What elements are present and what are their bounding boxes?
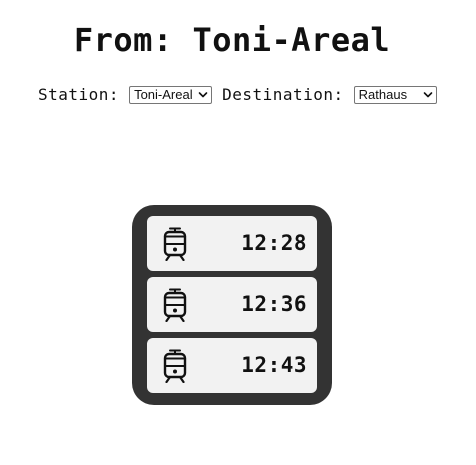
tram-icon <box>163 349 187 383</box>
departure-row: 12:28 <box>147 216 317 271</box>
tram-icon <box>163 288 187 322</box>
departure-time: 12:43 <box>241 353 307 377</box>
page-title: From: Toni-Areal <box>73 21 391 59</box>
departure-row: 12:36 <box>147 277 317 332</box>
chevron-down-icon <box>198 92 208 98</box>
station-select[interactable]: Toni-Areal <box>129 86 213 104</box>
chevron-down-icon <box>423 92 432 98</box>
departure-time: 12:28 <box>241 231 307 255</box>
departure-time: 12:36 <box>241 292 307 316</box>
tram-icon <box>163 227 187 261</box>
departure-row: 12:43 <box>147 338 317 393</box>
departure-board: 12:28 12:36 12:43 <box>132 205 332 405</box>
station-label: Station: <box>38 85 120 104</box>
destination-select-value: Rathaus <box>358 87 408 102</box>
station-select-value: Toni-Areal <box>134 87 193 102</box>
destination-label: Destination: <box>222 85 344 104</box>
route-controls: Station: Toni-Areal Destination: Rathaus <box>38 84 447 106</box>
destination-select[interactable]: Rathaus <box>353 86 437 104</box>
